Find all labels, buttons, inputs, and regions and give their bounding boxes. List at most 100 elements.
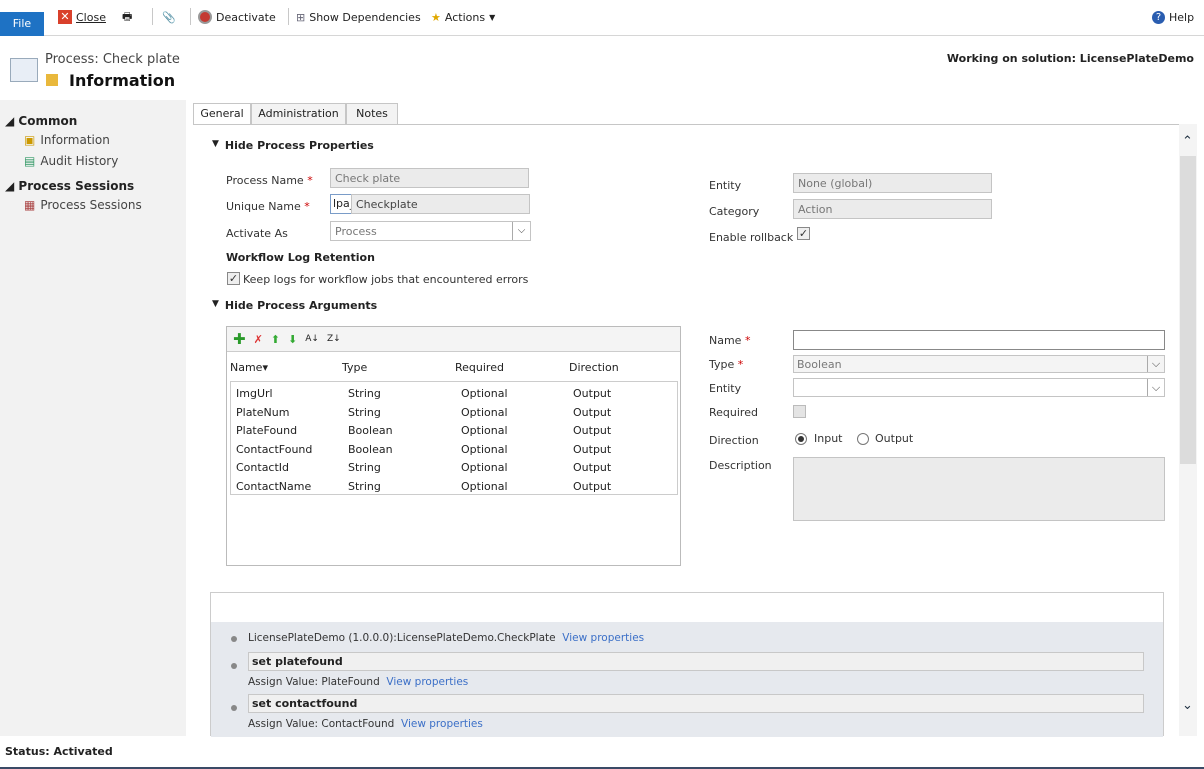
collapse-icon: ▼ [212,139,219,149]
arg-required-checkbox[interactable] [793,405,806,418]
scroll-up-icon[interactable]: ⌃ [1182,134,1193,149]
nav-label: Audit History [40,154,119,168]
close-icon: ✕ [58,10,72,24]
arg-description-field[interactable] [793,457,1165,521]
direction-input-label: Input [814,432,843,445]
nav-item-audit-history[interactable]: ▤ Audit History [24,154,118,168]
grid-rows: ImgUrl String Optional Output PlateNum String… [230,381,678,495]
nav-section-process-sessions[interactable]: ◢ Process Sessions [5,179,134,193]
scrollbar-thumb[interactable] [1180,156,1196,464]
direction-input-radio[interactable] [795,433,807,445]
tab-administration[interactable]: Administration [251,103,346,124]
hide-process-arguments-toggle[interactable]: ▼ Hide Process Arguments [212,299,377,312]
enable-rollback-label: Enable rollback [709,231,794,244]
process-name-field[interactable]: Check plate [330,168,529,188]
sessions-icon: ▦ [24,198,36,212]
attach-button[interactable]: 📎 [162,9,176,25]
step-set-contactfound[interactable]: set contactfound [248,694,1144,713]
activate-as-value: Process [335,225,377,238]
show-dependencies-label: Show Dependencies [309,10,421,24]
workflow-designer: LicensePlateDemo (1.0.0.0):LicensePlateD… [210,592,1164,737]
column-header-required[interactable]: Required [455,361,504,374]
view-properties-link[interactable]: View properties [401,718,483,730]
tab-general[interactable]: General [193,103,251,125]
arg-entity-select[interactable]: ⌵ [793,378,1165,397]
step-custom-action: LicensePlateDemo (1.0.0.0):LicensePlateD… [248,632,645,644]
arg-type-select[interactable]: Boolean ⌵ [793,355,1165,373]
step-bullet [231,705,237,711]
help-button[interactable]: ? Help [1152,9,1194,25]
arg-entity-label: Entity [709,382,742,395]
move-up-icon[interactable]: ⬆ [271,333,280,346]
view-properties-link[interactable]: View properties [562,632,644,644]
process-name-label: Process Name * [226,174,313,187]
table-row[interactable]: ContactFound Boolean Optional Output [233,441,673,459]
column-header-direction[interactable]: Direction [569,361,619,374]
show-dependencies-button[interactable]: ⊞ Show Dependencies [296,9,421,25]
add-icon[interactable]: ✚ [233,330,246,348]
sort-descending-icon[interactable]: Z↓ [327,334,341,344]
close-button[interactable]: ✕ Close [58,9,106,25]
table-cell: Output [573,480,612,493]
direction-output-radio[interactable] [857,433,869,445]
enable-rollback-checkbox[interactable]: ✓ [797,227,810,240]
view-properties-link[interactable]: View properties [386,676,468,688]
table-row[interactable]: PlateFound Boolean Optional Output [233,422,673,440]
delete-icon[interactable]: ✗ [254,333,263,346]
nav-section-label: Process Sessions [18,179,135,193]
process-entity-icon [10,58,38,82]
help-icon: ? [1152,10,1165,24]
record-title: Process: Check plate [45,52,180,67]
nav-item-information[interactable]: ▣ Information [24,133,110,147]
table-cell: PlateNum [236,405,290,419]
category-field[interactable]: Action [793,199,992,219]
print-button[interactable]: 🖶 [122,9,132,25]
table-cell: Optional [461,405,508,419]
section-label: Hide Process Properties [224,139,374,152]
step-bullet [231,636,237,642]
separator [288,8,289,25]
scroll-down-icon[interactable]: ⌄ [1182,698,1193,713]
move-down-icon[interactable]: ⬇ [288,333,297,346]
table-cell: String [348,461,381,475]
table-row[interactable]: ContactId String Optional Output [233,459,673,477]
activate-as-select[interactable]: Process ⌵ [330,221,531,241]
actions-button[interactable]: ★ Actions ▼ [431,9,495,25]
keep-logs-checkbox[interactable]: ✓ [227,272,240,285]
table-cell: String [348,387,381,400]
separator [190,8,191,25]
table-row[interactable]: ContactName String Optional Output [233,478,673,496]
close-label: Close [76,10,106,24]
dependencies-icon: ⊞ [296,10,306,24]
tab-notes[interactable]: Notes [346,103,398,124]
chevron-down-icon: ⌵ [1147,356,1164,372]
vertical-scrollbar[interactable]: ⌃ ⌄ [1179,124,1197,736]
nav-item-process-sessions[interactable]: ▦ Process Sessions [24,198,142,212]
table-row[interactable]: PlateNum String Optional Output [233,404,673,422]
status-bar: Status: Activated [5,745,113,758]
column-header-name[interactable]: Name▾ [230,361,268,374]
arg-required-label: Required [709,406,758,419]
deactivate-button[interactable]: Deactivate [198,9,276,25]
direction-output-label: Output [875,432,914,445]
sort-ascending-icon[interactable]: A↓ [305,334,319,344]
step-set-platefound[interactable]: set platefound [248,652,1144,671]
actions-label: Actions [444,10,486,24]
deactivate-label: Deactivate [216,10,276,24]
table-row[interactable]: ImgUrl String Optional Output [233,385,673,403]
file-button[interactable]: File [0,12,44,36]
table-cell: Optional [461,387,508,400]
table-cell: String [348,480,381,493]
table-cell: Output [573,424,612,438]
step-detail: Assign Value: PlateFound View properties [248,676,469,688]
arg-name-field[interactable] [793,330,1165,350]
table-cell: ContactId [236,461,290,475]
chevron-down-icon: ▼ [489,12,496,22]
column-header-type[interactable]: Type [342,361,367,374]
unique-name-field[interactable]: Checkplate [351,194,530,214]
nav-section-common[interactable]: ◢ Common [5,114,77,128]
category-label: Category [709,205,760,218]
hide-process-properties-toggle[interactable]: ▼ Hide Process Properties [212,139,374,152]
table-cell: Optional [461,424,508,438]
entity-field[interactable]: None (global) [793,173,992,193]
